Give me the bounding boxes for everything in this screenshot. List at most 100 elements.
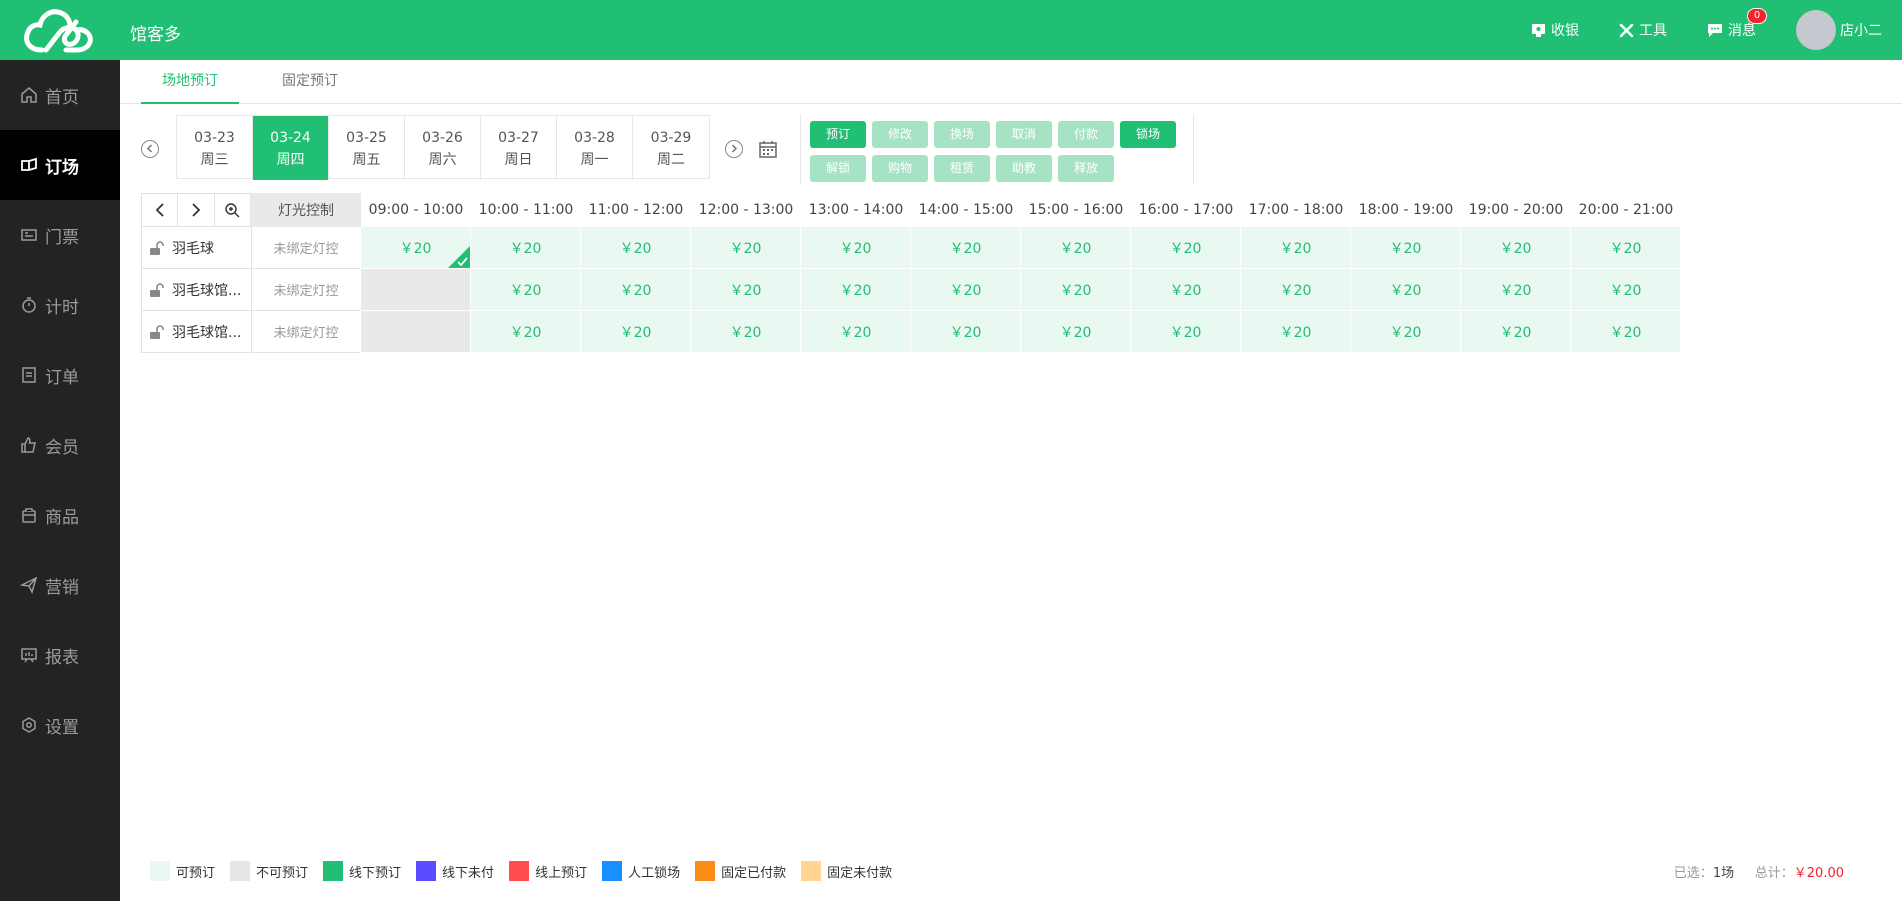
slot-cell[interactable]: ￥20 bbox=[1131, 227, 1241, 269]
slot-cell[interactable]: ￥20 bbox=[1131, 311, 1241, 353]
slot-cell[interactable]: ￥20 bbox=[471, 311, 581, 353]
slot-cell[interactable]: ￥20 bbox=[801, 311, 911, 353]
legend-swatch bbox=[150, 861, 170, 881]
slot-cell[interactable]: ￥20 bbox=[1461, 227, 1571, 269]
slot-cell[interactable]: ￥20 bbox=[801, 269, 911, 311]
slot-cell[interactable]: ￥20 bbox=[1241, 269, 1351, 311]
scroll-right-button[interactable] bbox=[178, 194, 215, 226]
zoom-in-button[interactable] bbox=[215, 194, 250, 226]
legend-swatch bbox=[230, 861, 251, 881]
light-status-cell: 未绑定灯控 bbox=[251, 227, 361, 269]
unlock-icon[interactable] bbox=[148, 282, 164, 298]
lock-venue-button[interactable]: 锁场 bbox=[1120, 121, 1176, 148]
slot-cell-selected[interactable]: ￥20 bbox=[361, 227, 471, 269]
slot-cell[interactable]: ￥20 bbox=[691, 311, 801, 353]
table-row: 羽毛球馆... 未绑定灯控 ￥20 ￥20 ￥20 ￥20 ￥20 ￥20 ￥2… bbox=[141, 269, 1681, 311]
release-button[interactable]: 释放 bbox=[1058, 155, 1114, 182]
slot-cell[interactable]: ￥20 bbox=[1461, 269, 1571, 311]
app-name: 馆客多 bbox=[130, 25, 181, 45]
slot-cell[interactable]: ￥20 bbox=[911, 311, 1021, 353]
date-item[interactable]: 03-26 周六 bbox=[405, 116, 481, 180]
cashier-button[interactable]: 收银 bbox=[1531, 20, 1579, 40]
sidebar-item-timer[interactable]: 计时 bbox=[0, 270, 120, 340]
sidebar-item-settings[interactable]: 设置 bbox=[0, 690, 120, 760]
pay-button[interactable]: 付款 bbox=[1058, 121, 1114, 148]
user-menu[interactable]: 店小二 bbox=[1796, 10, 1882, 50]
sidebar-item-label: 营销 bbox=[45, 577, 79, 598]
tab-venue-booking[interactable]: 场地预订 bbox=[141, 60, 239, 104]
slot-cell[interactable]: ￥20 bbox=[581, 227, 691, 269]
slot-cell[interactable]: ￥20 bbox=[801, 227, 911, 269]
date-item-selected[interactable]: 03-24 周四 bbox=[253, 116, 329, 180]
sidebar-item-orders[interactable]: 订单 bbox=[0, 340, 120, 410]
unlock-icon[interactable] bbox=[148, 240, 164, 256]
date-item[interactable]: 03-29 周二 bbox=[633, 116, 709, 180]
venue-name-cell: 羽毛球馆... bbox=[141, 269, 251, 311]
shopping-button[interactable]: 购物 bbox=[872, 155, 928, 182]
slot-cell[interactable]: ￥20 bbox=[1571, 311, 1681, 353]
slot-cell[interactable]: ￥20 bbox=[1021, 311, 1131, 353]
cancel-button[interactable]: 取消 bbox=[996, 121, 1052, 148]
time-slot-header: 17:00 - 18:00 bbox=[1248, 202, 1344, 218]
date-item[interactable]: 03-23 周三 bbox=[177, 116, 253, 180]
prev-week-button[interactable] bbox=[141, 140, 159, 158]
sidebar-item-home[interactable]: 首页 bbox=[0, 60, 120, 130]
unlock-icon[interactable] bbox=[148, 324, 164, 340]
slot-cell[interactable]: ￥20 bbox=[1461, 311, 1571, 353]
avatar[interactable] bbox=[1796, 10, 1836, 50]
slot-cell[interactable]: ￥20 bbox=[1131, 269, 1241, 311]
sidebar-item-marketing[interactable]: 营销 bbox=[0, 550, 120, 620]
slot-cell[interactable]: ￥20 bbox=[691, 269, 801, 311]
sidebar-item-members[interactable]: 会员 bbox=[0, 410, 120, 480]
sidebar-item-goods[interactable]: 商品 bbox=[0, 480, 120, 550]
slot-cell[interactable]: ￥20 bbox=[1241, 311, 1351, 353]
messages-button[interactable]: 消息 0 bbox=[1707, 8, 1767, 40]
slot-cell[interactable]: ￥20 bbox=[1351, 227, 1461, 269]
slot-cell[interactable]: ￥20 bbox=[471, 227, 581, 269]
time-slot-header: 14:00 - 15:00 bbox=[918, 202, 1014, 218]
tools-button[interactable]: 工具 bbox=[1619, 20, 1667, 40]
cloud-logo-icon[interactable] bbox=[20, 6, 98, 54]
sidebar-item-booking[interactable]: 订场 bbox=[0, 130, 120, 200]
next-week-button[interactable] bbox=[725, 140, 743, 158]
modify-button[interactable]: 修改 bbox=[872, 121, 928, 148]
slot-cell[interactable]: ￥20 bbox=[1021, 227, 1131, 269]
slot-cell[interactable]: ￥20 bbox=[471, 269, 581, 311]
slot-cell[interactable]: ￥20 bbox=[1351, 311, 1461, 353]
slot-cell[interactable]: ￥20 bbox=[1571, 227, 1681, 269]
slot-cell[interactable]: ￥20 bbox=[1021, 269, 1131, 311]
slot-cell[interactable]: ￥20 bbox=[911, 227, 1021, 269]
legend-swatch bbox=[323, 861, 344, 881]
light-control-header: 灯光控制 bbox=[251, 193, 361, 227]
timer-icon bbox=[22, 297, 36, 313]
total-label: 总计： bbox=[1754, 866, 1794, 881]
slot-cell[interactable]: ￥20 bbox=[911, 269, 1021, 311]
venue-name: 羽毛球馆... bbox=[172, 324, 242, 341]
book-button[interactable]: 预订 bbox=[810, 121, 866, 148]
coach-button[interactable]: 助教 bbox=[996, 155, 1052, 182]
slot-cell[interactable]: ￥20 bbox=[581, 269, 691, 311]
date-item[interactable]: 03-27 周日 bbox=[481, 116, 557, 180]
unlock-button[interactable]: 解锁 bbox=[810, 155, 866, 182]
selection-summary: 已选：1场 总计：￥20.00 bbox=[1674, 862, 1844, 881]
slot-cell[interactable]: ￥20 bbox=[1351, 269, 1461, 311]
slot-cell[interactable]: ￥20 bbox=[691, 227, 801, 269]
status-legend: 可预订 不可预订 线下预订 线下未付 线上预订 人工锁场 固定已付款 固定未付款 bbox=[150, 861, 907, 881]
calendar-icon[interactable] bbox=[759, 140, 777, 158]
tab-fixed-booking[interactable]: 固定预订 bbox=[262, 60, 358, 104]
sidebar-item-reports[interactable]: 报表 bbox=[0, 620, 120, 690]
sidebar-item-label: 设置 bbox=[45, 717, 79, 738]
slot-price: ￥20 bbox=[399, 240, 432, 257]
date-item[interactable]: 03-25 周五 bbox=[329, 116, 405, 180]
slot-cell-unavailable bbox=[361, 269, 471, 311]
date-item[interactable]: 03-28 周一 bbox=[557, 116, 633, 180]
rental-button[interactable]: 租赁 bbox=[934, 155, 990, 182]
slot-cell[interactable]: ￥20 bbox=[581, 311, 691, 353]
slot-cell[interactable]: ￥20 bbox=[1571, 269, 1681, 311]
slot-cell[interactable]: ￥20 bbox=[1241, 227, 1351, 269]
sidebar-item-ticket[interactable]: 门票 bbox=[0, 200, 120, 270]
legend-label: 线下未付 bbox=[442, 865, 495, 881]
scroll-left-button[interactable] bbox=[142, 194, 179, 226]
order-icon bbox=[22, 367, 36, 383]
swap-venue-button[interactable]: 换场 bbox=[934, 121, 990, 148]
